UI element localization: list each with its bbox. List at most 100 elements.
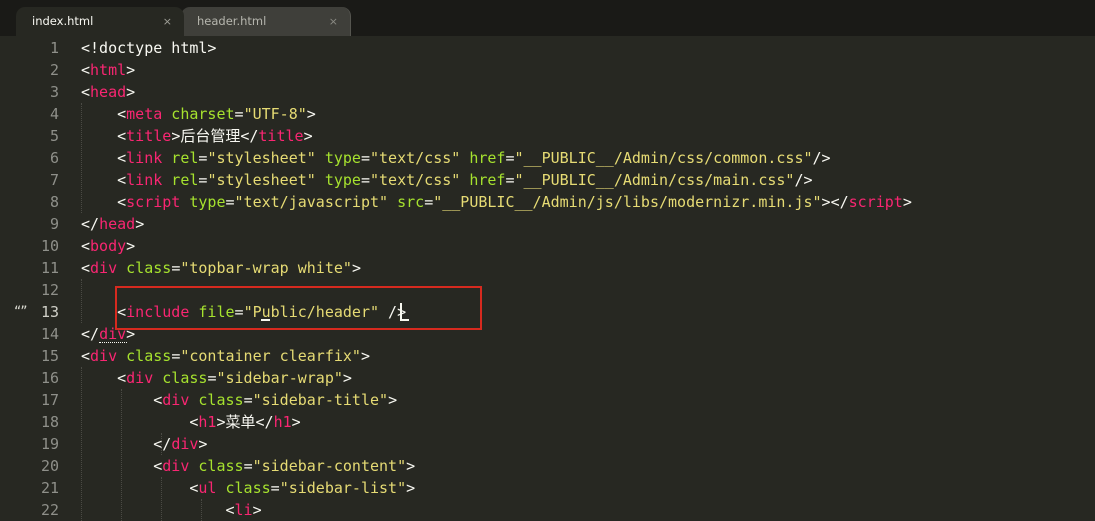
code-line[interactable]: </div> <box>81 433 207 455</box>
line-number: 11 <box>40 259 59 277</box>
code-token: li <box>234 501 253 519</box>
code-token: type <box>180 193 226 211</box>
code-token: = <box>505 171 515 189</box>
code-token: h1 <box>198 413 217 431</box>
close-icon[interactable]: × <box>329 7 338 36</box>
line-number: 7 <box>49 171 59 189</box>
line-number: 20 <box>40 457 59 475</box>
code-line[interactable]: <div class="sidebar-title"> <box>81 389 397 411</box>
code-token: "__PUBLIC__/Admin/css/common.css" <box>514 149 813 167</box>
line-number: 6 <box>49 149 59 167</box>
code-token: < <box>81 369 127 387</box>
code-token: < <box>81 83 91 101</box>
code-token: head <box>90 83 127 101</box>
indent-guide <box>121 389 122 521</box>
code-token: div <box>126 369 154 387</box>
code-token: div <box>171 435 199 453</box>
code-token: div <box>162 457 190 475</box>
code-line[interactable]: <ul class="sidebar-list"> <box>81 477 415 499</box>
code-token: "text/javascript" <box>234 193 389 211</box>
code-line[interactable]: <div class="sidebar-wrap"> <box>81 367 352 389</box>
code-line[interactable]: <div class="sidebar-content"> <box>81 455 415 477</box>
line-number: 4 <box>49 105 59 123</box>
code-token: link <box>126 149 163 167</box>
code-token: rel <box>162 149 199 167</box>
code-line[interactable]: <html> <box>81 59 135 81</box>
code-editor[interactable]: <!doctype html> <html> <head> <meta charse… <box>81 36 1091 519</box>
close-icon[interactable]: × <box>163 7 172 36</box>
code-token: "sidebar-title" <box>252 391 389 409</box>
code-token: div <box>90 347 118 365</box>
line-number: 2 <box>49 61 59 79</box>
code-token: < <box>81 259 91 277</box>
line-number-gutter: “” 1 2 3 4 5 6 7 8 9 10 11 12 13 14 15 16 17 18 19 20 21 22 <box>0 36 66 519</box>
matching-tag-underline <box>99 342 127 343</box>
code-token: h1 <box>273 413 292 431</box>
line-number: 19 <box>40 435 59 453</box>
line-number: 10 <box>40 237 59 255</box>
code-token: "container clearfix" <box>180 347 361 365</box>
tab-header-html[interactable]: header.html × <box>181 7 351 36</box>
code-token: = <box>360 171 370 189</box>
code-line[interactable]: <body> <box>81 235 135 257</box>
code-line[interactable]: <div class="container clearfix"> <box>81 345 370 367</box>
code-token: = <box>360 149 370 167</box>
tab-label: header.html <box>197 14 267 28</box>
code-token: charset <box>162 105 235 123</box>
code-token: "sidebar-list" <box>279 479 407 497</box>
code-token: class <box>189 391 244 409</box>
code-token: < <box>81 193 127 211</box>
code-line[interactable]: <link rel="stylesheet" type="text/css" h… <box>81 169 813 191</box>
code-line[interactable]: <link rel="stylesheet" type="text/css" h… <box>81 147 830 169</box>
code-token: title <box>126 127 172 145</box>
code-token: < <box>81 149 127 167</box>
code-token: src <box>388 193 425 211</box>
code-token: class <box>117 347 172 365</box>
code-line[interactable]: <head> <box>81 81 135 103</box>
code-line[interactable]: <div class="topbar-wrap white"> <box>81 257 361 279</box>
code-token: > <box>126 237 136 255</box>
code-token: /> <box>794 171 813 189</box>
code-token: = <box>243 457 253 475</box>
code-token: > <box>291 413 301 431</box>
line-number: 8 <box>49 193 59 211</box>
code-token: "topbar-wrap white" <box>180 259 352 277</box>
code-token: < <box>81 237 91 255</box>
code-token: > <box>351 259 361 277</box>
code-token: > <box>135 215 145 233</box>
code-token: = <box>270 479 280 497</box>
code-line[interactable]: </head> <box>81 213 144 235</box>
code-line[interactable]: <!doctype html> <box>81 37 216 59</box>
code-line[interactable]: <title>后台管理</title> <box>81 125 312 147</box>
code-token: < <box>81 61 91 79</box>
tab-label: index.html <box>32 14 94 28</box>
code-line[interactable]: <h1>菜单</h1> <box>81 411 301 433</box>
text-caret-underline <box>400 319 409 321</box>
line-number: 18 <box>40 413 59 431</box>
code-token: < <box>81 413 199 431</box>
code-token: > <box>388 391 398 409</box>
line-number: 21 <box>40 479 59 497</box>
code-token: = <box>171 259 181 277</box>
code-token: </ <box>81 435 172 453</box>
code-token: rel <box>162 171 199 189</box>
line-number: 1 <box>49 39 59 57</box>
code-token: >后台管理</ <box>171 127 259 145</box>
code-token: "sidebar-content" <box>252 457 407 475</box>
code-token: type <box>315 171 361 189</box>
code-token: > <box>252 501 262 519</box>
highlight-annotation-box <box>115 286 482 330</box>
tab-index-html[interactable]: index.html × <box>16 7 184 36</box>
indent-guide <box>161 477 162 521</box>
code-line[interactable]: <script type="text/javascript" src="__PU… <box>81 191 912 213</box>
code-line[interactable]: <meta charset="UTF-8"> <box>81 103 316 125</box>
text-caret-underline <box>261 319 270 321</box>
line-number: 12 <box>40 281 59 299</box>
line-number: 16 <box>40 369 59 387</box>
code-token: = <box>243 391 253 409</box>
code-token: < <box>81 347 91 365</box>
code-token: = <box>424 193 434 211</box>
line-number: 17 <box>40 391 59 409</box>
code-line[interactable]: <li> <box>81 499 262 521</box>
code-token: "stylesheet" <box>207 149 316 167</box>
